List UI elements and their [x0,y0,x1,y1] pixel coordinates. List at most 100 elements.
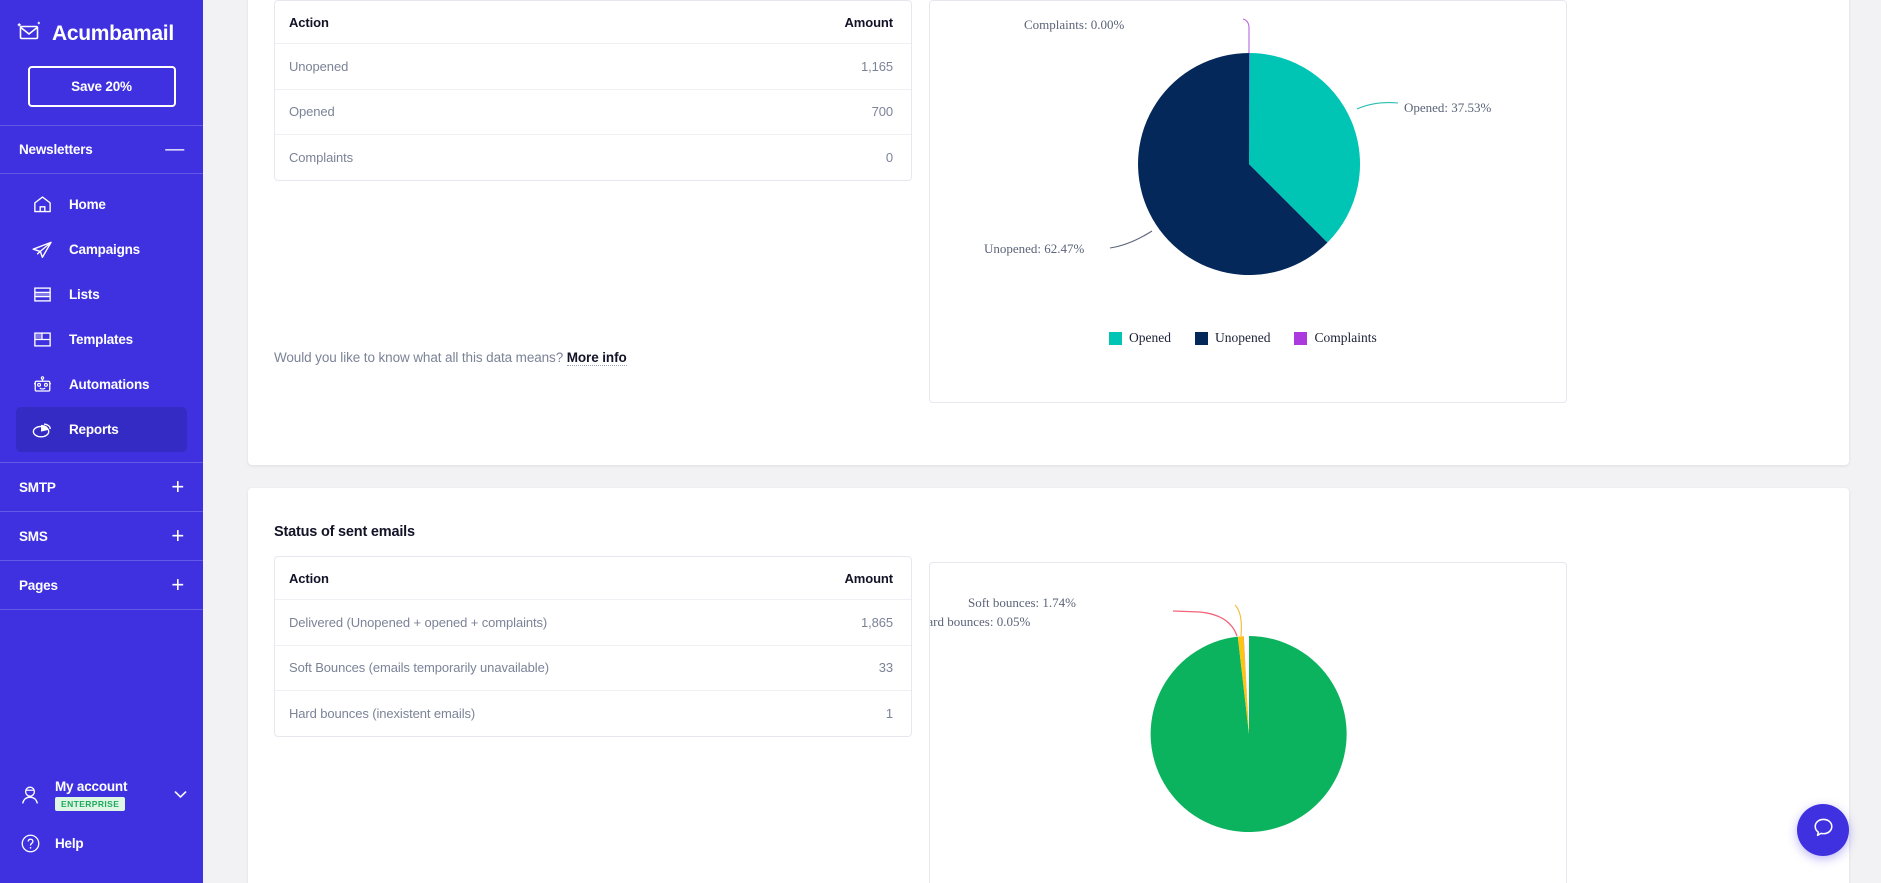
row-amount: 1 [886,706,893,721]
opens-report-card: Action Amount Unopened 1,165 Opened 700 … [248,0,1849,465]
legend-swatch-icon [1195,332,1208,345]
account-label: My account [55,779,127,794]
column-header-action: Action [289,15,845,30]
legend-item-unopened[interactable]: Unopened [1195,330,1270,346]
delivery-pie-chart-card: Soft bounces: 1.74% Hard bounces: 0.05% [929,562,1567,883]
plan-badge: ENTERPRISE [55,797,125,811]
table-row: Soft Bounces (emails temporarily unavail… [275,645,911,691]
sidebar-item-label: Campaigns [69,242,140,257]
plus-icon[interactable]: + [171,525,184,547]
sidebar-item-templates[interactable]: Templates [16,317,187,362]
sidebar: Acumbamail Save 20% Newsletters — Home [0,0,203,883]
sidebar-section-newsletters[interactable]: Newsletters — [0,126,203,173]
sidebar-item-label: Reports [69,422,119,437]
row-amount: 1,865 [861,615,893,630]
legend-item-complaints[interactable]: Complaints [1294,330,1376,346]
more-info-link[interactable]: More info [567,350,627,366]
row-action: Opened [289,104,872,119]
plus-icon[interactable]: + [171,574,184,596]
sidebar-item-reports[interactable]: Reports [16,407,187,452]
row-amount: 1,165 [861,59,893,74]
sidebar-item-label: Home [69,197,106,212]
sidebar-item-label: SMS [19,529,48,544]
sidebar-item-label: Templates [69,332,133,347]
my-account-button[interactable]: My account ENTERPRISE [0,769,203,821]
row-action: Hard bounces (inexistent emails) [289,706,886,721]
help-label: Help [55,836,83,851]
pie-annotation-complaints: Complaints: 0.00% [1024,17,1124,33]
table-row: Delivered (Unopened + opened + complaint… [275,599,911,645]
save-promo-button[interactable]: Save 20% [28,66,176,107]
row-action: Complaints [289,150,886,165]
sidebar-item-label: Lists [69,287,100,302]
row-amount: 33 [879,660,893,675]
pie-chart-icon [30,418,54,442]
sidebar-item-home[interactable]: Home [16,182,187,227]
list-rows-icon [30,283,54,307]
table-row: Complaints 0 [275,134,911,180]
sidebar-item-label: Pages [19,578,58,593]
column-header-amount: Amount [845,15,894,30]
opens-pie-chart[interactable] [930,1,1567,356]
sidebar-item-automations[interactable]: Automations [16,362,187,407]
table-row: Unopened 1,165 [275,43,911,89]
sidebar-item-lists[interactable]: Lists [16,272,187,317]
legend-label: Unopened [1215,330,1270,346]
sidebar-item-label: SMTP [19,480,56,495]
robot-icon [30,373,54,397]
main-content: Action Amount Unopened 1,165 Opened 700 … [203,0,1881,883]
app-root: Acumbamail Save 20% Newsletters — Home [0,0,1881,883]
status-table: Action Amount Delivered (Unopened + open… [274,556,912,737]
row-action: Unopened [289,59,861,74]
table-row: Opened 700 [275,89,911,135]
legend-label: Opened [1129,330,1171,346]
sidebar-divider [0,609,203,610]
table-row: Hard bounces (inexistent emails) 1 [275,690,911,736]
layout-template-icon [30,328,54,352]
pie-annotation-opened: Opened: 37.53% [1404,100,1491,116]
sidebar-section-label: Newsletters [19,142,93,157]
brand-name: Acumbamail [52,22,174,46]
chevron-down-icon[interactable] [174,788,187,802]
chat-widget-button[interactable] [1797,804,1849,856]
sidebar-item-label: Automations [69,377,149,392]
more-info-line: Would you like to know what all this dat… [274,350,627,365]
pie-annotation-hard-bounces: Hard bounces: 0.05% [929,614,1030,630]
user-avatar-icon [18,783,42,807]
opens-pie-chart-card: Complaints: 0.00% Opened: 37.53% Unopene… [929,0,1567,403]
pie-legend: Opened Unopened Complaints [1109,330,1377,346]
sidebar-item-campaigns[interactable]: Campaigns [16,227,187,272]
sidebar-item-pages[interactable]: Pages + [0,561,203,609]
column-header-action: Action [289,571,845,586]
column-header-amount: Amount [845,571,894,586]
row-amount: 700 [872,104,893,119]
opens-table: Action Amount Unopened 1,165 Opened 700 … [274,0,912,181]
row-action: Soft Bounces (emails temporarily unavail… [289,660,879,675]
question-circle-icon [18,831,42,855]
row-action: Delivered (Unopened + opened + complaint… [289,615,861,630]
delivery-pie-chart[interactable] [930,563,1567,883]
home-icon [30,193,54,217]
minus-icon[interactable]: — [165,140,184,159]
legend-item-opened[interactable]: Opened [1109,330,1171,346]
legend-swatch-icon [1109,332,1122,345]
row-amount: 0 [886,150,893,165]
pie-annotation-soft-bounces: Soft bounces: 1.74% [968,595,1076,611]
sidebar-item-sms[interactable]: SMS + [0,512,203,560]
legend-swatch-icon [1294,332,1307,345]
more-info-text: Would you like to know what all this dat… [274,350,563,365]
envelope-sparkle-icon [16,21,42,48]
help-button[interactable]: Help [0,821,203,865]
chat-bubble-icon [1811,815,1836,845]
table-header-row: Action Amount [275,1,911,43]
pie-annotation-unopened: Unopened: 62.47% [984,241,1084,257]
sidebar-item-smtp[interactable]: SMTP + [0,463,203,511]
brand-logo[interactable]: Acumbamail [0,0,203,54]
section-title-status: Status of sent emails [274,524,415,540]
plus-icon[interactable]: + [171,476,184,498]
table-header-row: Action Amount [275,557,911,599]
sidebar-nav: Home Campaigns [0,174,203,462]
paper-plane-icon [30,238,54,262]
status-report-card: Status of sent emails Action Amount Deli… [248,488,1849,883]
legend-label: Complaints [1314,330,1376,346]
